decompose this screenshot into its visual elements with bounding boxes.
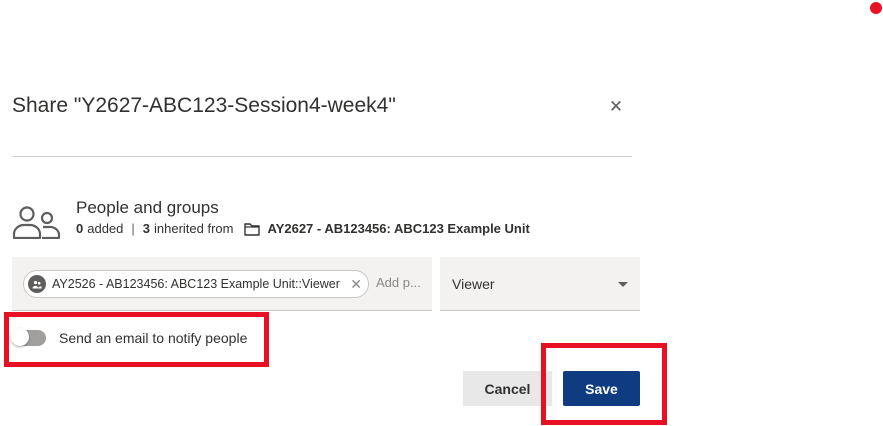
sharing-summary: 0 added | 3 inherited from AY2627 - AB12… — [76, 221, 530, 236]
header-divider — [12, 156, 632, 157]
added-label: added — [87, 221, 124, 236]
people-and-groups-title: People and groups — [76, 198, 219, 217]
folder-icon — [243, 222, 260, 236]
save-button[interactable]: Save — [563, 371, 640, 406]
close-icon: ✕ — [608, 97, 624, 116]
notification-dot — [870, 2, 882, 14]
close-button[interactable]: ✕ — [605, 96, 627, 118]
group-chip-label: AY2526 - AB123456: ABC123 Example Unit::… — [52, 277, 340, 291]
inherited-label: inherited from — [154, 221, 234, 236]
permission-dropdown[interactable]: Viewer — [440, 257, 640, 311]
group-chip[interactable]: AY2526 - AB123456: ABC123 Example Unit::… — [23, 270, 369, 298]
add-people-input[interactable] — [376, 275, 430, 290]
notify-label: Send an email to notify people — [59, 330, 248, 346]
share-dialog-page: Share "Y2627-ABC123-Session4-week4" ✕ Pe… — [0, 0, 883, 426]
group-icon — [28, 275, 46, 293]
added-count: 0 — [76, 221, 84, 236]
remove-chip-icon[interactable]: ✕ — [350, 276, 362, 293]
people-picker[interactable]: AY2526 - AB123456: ABC123 Example Unit::… — [12, 257, 432, 311]
cancel-button[interactable]: Cancel — [463, 371, 552, 406]
toggle-knob — [11, 328, 29, 346]
inherited-count: 3 — [142, 221, 151, 236]
inherited-source-link[interactable]: AY2627 - AB123456: ABC123 Example Unit — [268, 221, 530, 236]
permission-selected-value: Viewer — [452, 275, 495, 292]
people-icon — [12, 206, 61, 239]
summary-separator: | — [131, 221, 135, 236]
dialog-title: Share "Y2627-ABC123-Session4-week4" — [12, 94, 396, 117]
notify-toggle[interactable] — [11, 328, 46, 346]
chevron-down-icon — [618, 282, 628, 287]
